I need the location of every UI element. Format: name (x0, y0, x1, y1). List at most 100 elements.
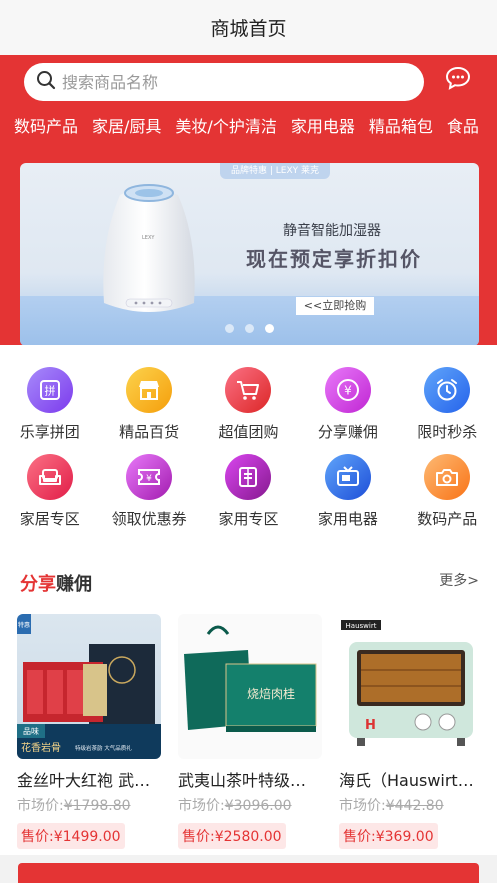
sale-price: 售价:¥1499.00 (17, 823, 125, 849)
carousel-dot-active[interactable] (265, 324, 274, 333)
product-img-text: H (365, 718, 376, 733)
section-title: 分享赚佣 (20, 570, 92, 596)
cart-icon (225, 367, 272, 413)
category-tabs: 数码产品 家居/厨具 美妆/个护清洁 家用电器 精品箱包 食品 (0, 113, 497, 141)
sale-price: 售价:¥369.00 (339, 823, 438, 849)
product-img-text: 花香岩骨 (21, 741, 61, 754)
market-price-label: 市场价: (17, 798, 64, 814)
market-price: 市场价:¥3096.00 (178, 795, 322, 815)
category-tab[interactable]: 家居/厨具 (92, 113, 161, 141)
search-icon (36, 70, 56, 94)
share-earn-section: 分享赚佣 更多> 特惠 品味 花香岩骨 特级岩茶韵 大气品质礼 金丝叶大红袍 武… (0, 550, 497, 855)
section-title-highlight: 分享 (20, 574, 56, 595)
tv-icon (324, 454, 371, 500)
category-tab[interactable]: 美妆/个护清洁 (175, 113, 276, 141)
grid-item-group-deal[interactable]: 超值团购 (199, 367, 298, 454)
grid-item-label: 家用专区 (218, 510, 279, 528)
market-price-label: 市场价: (339, 798, 386, 814)
product-img-text: 烧焙肉桂 (247, 686, 295, 701)
grid-item-label: 家居专区 (19, 510, 80, 528)
carousel-dot[interactable] (225, 324, 234, 333)
svg-text:拼: 拼 (44, 384, 55, 398)
svg-text:¥: ¥ (344, 384, 352, 398)
grid-item-flash-sale[interactable]: 限时秒杀 (398, 367, 497, 454)
store-icon (126, 367, 173, 413)
grid-item-label: 精品百货 (119, 423, 180, 441)
banner-tag: 品牌特惠 | LEXY 莱克 (220, 163, 330, 179)
category-tab[interactable]: 家用电器 (291, 113, 355, 141)
svg-text:¥: ¥ (146, 474, 152, 484)
market-price: 市场价:¥1798.80 (17, 795, 161, 815)
category-tab[interactable]: 精品箱包 (369, 113, 433, 141)
section-header: 分享赚佣 更多> (0, 550, 497, 612)
red-header: 数码产品家居/厨具美妆/个护清洁家用电器精品箱包食品 品牌特惠 | LEXY 莱… (0, 55, 497, 346)
product-img-text: 品味 (23, 726, 39, 736)
camera-icon (424, 454, 471, 500)
feature-grid: 拼 乐享拼团 精品百货 超值团购 ¥ 分享赚佣 限时秒杀 家居专区 ¥ 领取优惠… (0, 345, 497, 550)
next-banner-peek (18, 863, 479, 883)
humidifier-brand: LEXY (142, 235, 155, 241)
market-price-label: 市场价: (178, 798, 225, 814)
grid-item-boutique[interactable]: 精品百货 (99, 367, 198, 454)
app-screen: 商城首页 数码产品家居/厨具美妆/个护清洁家用电器精品箱包食品 品牌特惠 | L… (0, 0, 497, 883)
search-box[interactable] (24, 63, 424, 101)
product-image: 特惠 品味 花香岩骨 特级岩茶韵 大气品质礼 (17, 614, 161, 759)
humidifier-image: LEXY (103, 184, 195, 312)
product-name: 海氏（Hauswirt）电烤箱 (339, 771, 483, 790)
product-card[interactable]: 特惠 品味 花香岩骨 特级岩茶韵 大气品质礼 金丝叶大红袍 武夷山岩茶礼盒 (17, 614, 161, 849)
appliance-icon (225, 454, 272, 500)
grid-item-home-zone[interactable]: 家居专区 (0, 454, 99, 541)
grid-item-label: 限时秒杀 (417, 423, 478, 441)
more-link[interactable]: 更多> (439, 570, 479, 590)
grid-item-label: 家用电器 (317, 510, 378, 528)
product-name: 武夷山茶叶特级肉桂礼盒 (178, 771, 322, 790)
group-buy-icon: 拼 (26, 367, 73, 413)
grid-item-household-zone[interactable]: 家用专区 (199, 454, 298, 541)
market-price: 市场价:¥442.80 (339, 795, 483, 815)
navigation-bar: 商城首页 (0, 0, 497, 55)
sofa-icon (26, 454, 73, 500)
market-price-value: ¥3096.00 (224, 798, 292, 814)
product-list: 特惠 品味 花香岩骨 特级岩茶韵 大气品质礼 金丝叶大红袍 武夷山岩茶礼盒 (17, 614, 497, 849)
market-price-value: ¥1798.80 (63, 798, 131, 814)
search-row (24, 63, 479, 101)
section-title-rest: 赚佣 (56, 574, 92, 595)
market-price-value: ¥442.80 (385, 798, 444, 814)
grid-item-appliances[interactable]: 家用电器 (298, 454, 397, 541)
banner-headline: 静音智能加湿器 (283, 223, 381, 239)
category-tab[interactable]: 数码产品 (14, 113, 78, 141)
yen-coin-icon: ¥ (324, 367, 371, 413)
grid-item-label: 超值团购 (218, 423, 279, 441)
grid-item-share-earn[interactable]: ¥ 分享赚佣 (298, 367, 397, 454)
alarm-clock-icon (424, 367, 471, 413)
grid-row: 拼 乐享拼团 精品百货 超值团购 ¥ 分享赚佣 限时秒杀 (0, 367, 497, 454)
product-image: Hauswirt H (339, 614, 483, 759)
product-img-text: Hauswirt (346, 622, 377, 630)
product-badge: 特惠 (18, 621, 30, 629)
grid-row: 家居专区 ¥ 领取优惠券 家用专区 家用电器 数码产品 (0, 454, 497, 541)
carousel-dot[interactable] (245, 324, 254, 333)
buy-now-button[interactable]: <<立即抢购 (296, 297, 374, 315)
grid-item-coupon[interactable]: ¥ 领取优惠券 (99, 454, 198, 541)
grid-item-label: 分享赚佣 (317, 423, 378, 441)
product-card[interactable]: 烧焙肉桂 武夷山茶叶特级肉桂礼盒 市场价:¥3096.00 售价:¥2580.0… (178, 614, 322, 849)
product-image: 烧焙肉桂 (178, 614, 322, 759)
grid-item-label: 乐享拼团 (19, 423, 80, 441)
message-icon[interactable] (443, 63, 473, 93)
grid-item-digital[interactable]: 数码产品 (398, 454, 497, 541)
banner-floor (20, 296, 479, 346)
banner-slogan: 现在预定享折扣价 (246, 247, 422, 271)
category-tab[interactable]: 食品 (447, 113, 479, 141)
coupon-icon: ¥ (126, 454, 173, 500)
page-title: 商城首页 (210, 18, 287, 40)
product-name: 金丝叶大红袍 武夷山岩茶礼盒 (17, 771, 161, 790)
promo-banner[interactable]: 品牌特惠 | LEXY 莱克 LEXY 静音智能加湿器 现在预定享折扣价 <<立… (20, 163, 479, 346)
sale-price: 售价:¥2580.00 (178, 823, 286, 849)
carousel-dots (225, 324, 274, 333)
grid-item-label: 领取优惠券 (111, 510, 187, 528)
grid-item-label: 数码产品 (417, 510, 478, 528)
grid-item-group-buy[interactable]: 拼 乐享拼团 (0, 367, 99, 454)
search-input[interactable] (62, 72, 392, 92)
product-card[interactable]: Hauswirt H 海氏（Hauswirt）电烤箱 市场价:¥442.80 售… (339, 614, 483, 849)
product-img-text: 特级岩茶韵 大气品质礼 (75, 744, 132, 752)
